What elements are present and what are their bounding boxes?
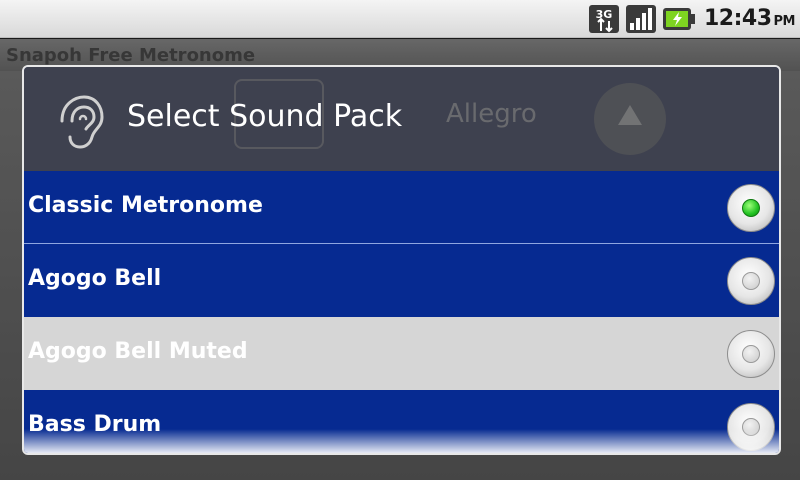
list-item-agogo-bell-muted[interactable]: Agogo Bell Muted — [24, 317, 779, 390]
ear-icon — [60, 95, 104, 149]
radio-button[interactable] — [727, 257, 775, 305]
scroll-fade-edge — [24, 429, 779, 453]
status-bar: 3G 12:43 PM — [0, 0, 800, 38]
status-clock: 12:43 PM — [704, 6, 796, 31]
list-item-label: Agogo Bell Muted — [28, 339, 248, 364]
dialog-header: Allegro Select Sound Pack — [24, 67, 779, 171]
clock-time: 12:43 — [704, 6, 772, 31]
radio-indicator — [742, 199, 760, 217]
list-item-agogo-bell[interactable]: Agogo Bell — [24, 244, 779, 317]
list-item-label: Classic Metronome — [28, 193, 263, 218]
3g-data-icon: 3G — [589, 5, 619, 33]
radio-button[interactable] — [727, 330, 775, 378]
radio-indicator — [742, 345, 760, 363]
list-item-classic-metronome[interactable]: Classic Metronome — [24, 171, 779, 244]
sound-pack-dialog: Allegro Select Sound Pack Classic Metron… — [22, 65, 781, 455]
background-tempo-name: Allegro — [446, 99, 537, 129]
signal-strength-icon — [626, 5, 656, 33]
sound-pack-list[interactable]: Classic Metronome Agogo Bell Agogo Bell … — [24, 171, 779, 453]
radio-indicator — [742, 272, 760, 290]
background-up-arrow-icon — [594, 83, 666, 155]
list-item-label: Agogo Bell — [28, 266, 162, 291]
svg-text:3G: 3G — [596, 8, 613, 21]
clock-ampm: PM — [773, 14, 796, 29]
dialog-title: Select Sound Pack — [127, 99, 403, 134]
radio-button-checked[interactable] — [727, 184, 775, 232]
battery-charging-icon — [663, 8, 695, 30]
